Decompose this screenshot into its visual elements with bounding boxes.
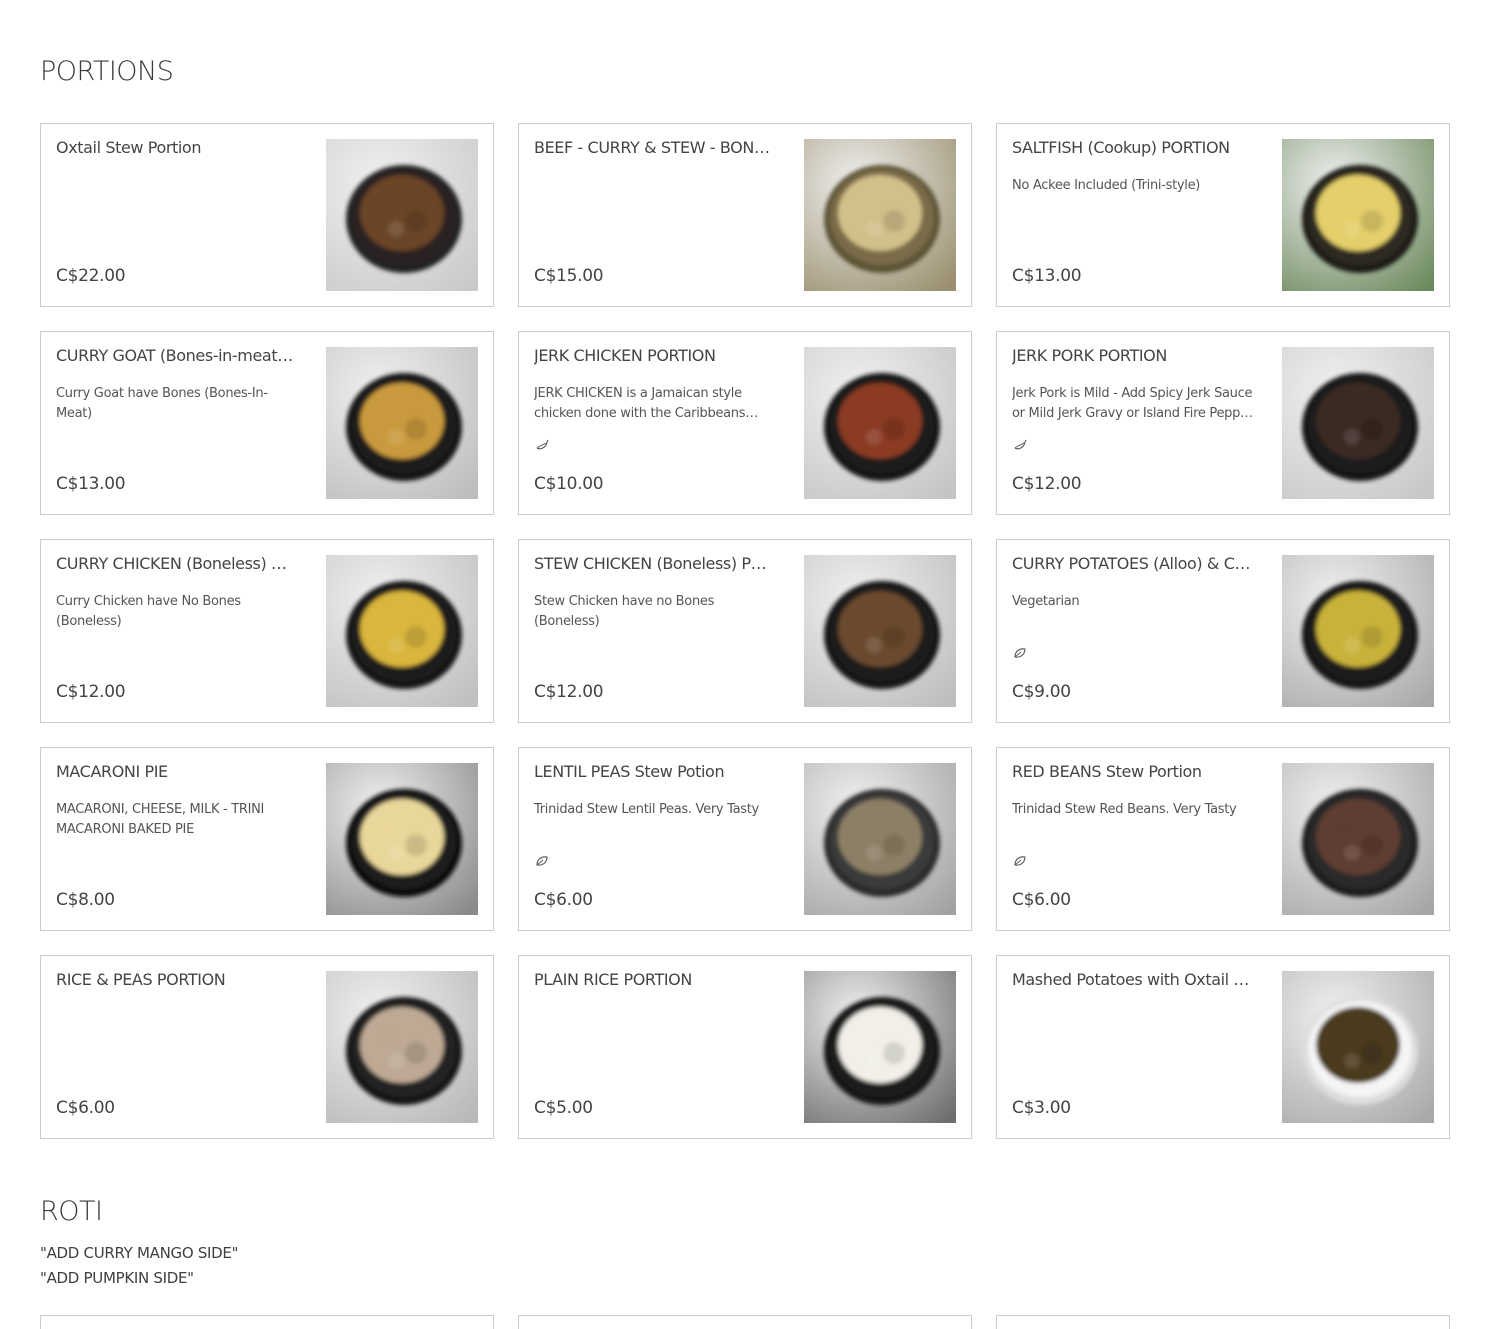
menu-item-card[interactable]: Oxtail Stew Portion C$22.00	[40, 123, 494, 307]
roti-desc-line: "ADD CURRY MANGO SIDE"	[40, 1244, 239, 1262]
section-title-portions: PORTIONS	[40, 56, 174, 87]
menu-item-description: Trinidad Stew Red Beans. Very Tasty	[1012, 802, 1237, 817]
menu-item-card[interactable]: CURRY CHICKEN (Boneless) PORTION Curry Ch…	[40, 539, 494, 723]
menu-item-price: C$12.00	[56, 682, 126, 702]
roti-description: "ADD CURRY MANGO SIDE" "ADD PUMPKIN SIDE…	[40, 1241, 239, 1291]
menu-item-price: C$3.00	[1012, 1098, 1071, 1118]
menu-item-image[interactable]	[1282, 555, 1434, 707]
menu-item-price: C$15.00	[534, 266, 604, 286]
pepper-icon	[535, 436, 549, 450]
menu-item-description: Stew Chicken have no Bones (Boneless)	[534, 594, 715, 629]
menu-item-image[interactable]	[804, 347, 956, 499]
menu-item-description: Jerk Pork is Mild - Add Spicy Jerk Sauce…	[1012, 386, 1253, 421]
menu-item-description: Curry Chicken have No Bones (Boneless)	[56, 594, 241, 629]
menu-item-card[interactable]: MACARONI PIE MACARONI, CHEESE, MILK - TRI…	[40, 747, 494, 931]
menu-item-image[interactable]	[804, 763, 956, 915]
menu-item-price: C$22.00	[56, 266, 126, 286]
menu-item-price: C$13.00	[56, 474, 126, 494]
portions-grid: Oxtail Stew Portion C$22.00 BEEF - CURRY &…	[40, 123, 1450, 1139]
menu-item-card[interactable]: Mashed Potatoes with Oxtail Stew Gravy C$…	[996, 955, 1450, 1139]
menu-item-price: C$12.00	[1012, 474, 1082, 494]
pepper-icon	[1013, 436, 1027, 450]
menu-item-name: Mashed Potatoes with Oxtail Stew Gravy	[1012, 970, 1252, 989]
menu-item-image[interactable]	[326, 347, 478, 499]
menu-item-price: C$8.00	[56, 890, 115, 910]
menu-item-description: MACARONI, CHEESE, MILK - TRINI MACARONI …	[56, 802, 265, 837]
menu-item-name: RICE & PEAS PORTION	[56, 970, 226, 989]
menu-item-card[interactable]	[518, 1315, 972, 1329]
roti-desc-line: "ADD PUMPKIN SIDE"	[40, 1269, 194, 1287]
menu-item-name: LENTIL PEAS Stew Potion	[534, 762, 725, 781]
menu-item-card[interactable]	[40, 1315, 494, 1329]
menu-item-image[interactable]	[326, 139, 478, 291]
menu-item-name: CURRY POTATOES (Alloo) & CHICK PEAS	[1012, 554, 1252, 573]
menu-item-description: Vegetarian	[1012, 594, 1080, 609]
menu-item-name: STEW CHICKEN (Boneless) PORTION	[534, 554, 774, 573]
leaf-icon	[535, 852, 549, 866]
menu-item-description: Curry Goat have Bones (Bones-In-Meat)	[56, 386, 268, 421]
menu-item-price: C$12.00	[534, 682, 604, 702]
menu-item-price: C$5.00	[534, 1098, 593, 1118]
menu-item-card[interactable]: BEEF - CURRY & STEW - BONELESS C$15.00	[518, 123, 972, 307]
roti-grid	[40, 1315, 1450, 1329]
menu-item-image[interactable]	[804, 555, 956, 707]
menu-item-name: PLAIN RICE PORTION	[534, 970, 692, 989]
menu-item-card[interactable]: STEW CHICKEN (Boneless) PORTION Stew Chic…	[518, 539, 972, 723]
menu-item-price: C$6.00	[56, 1098, 115, 1118]
menu-item-description: JERK CHICKEN is a Jamaican style chicken…	[534, 386, 746, 421]
menu-item-price: C$13.00	[1012, 266, 1082, 286]
menu-item-card[interactable]: RICE & PEAS PORTION C$6.00	[40, 955, 494, 1139]
menu-item-image[interactable]	[326, 971, 478, 1123]
menu-item-image[interactable]	[1282, 139, 1434, 291]
menu-item-name: BEEF - CURRY & STEW - BONELESS	[534, 138, 774, 157]
menu-item-name: RED BEANS Stew Portion	[1012, 762, 1202, 781]
menu-item-image[interactable]	[804, 971, 956, 1123]
menu-item-image[interactable]	[1282, 763, 1434, 915]
menu-item-name: Oxtail Stew Portion	[56, 138, 202, 157]
menu-item-name: JERK CHICKEN PORTION	[534, 346, 716, 365]
menu-item-price: C$9.00	[1012, 682, 1071, 702]
menu-item-name: SALTFISH (Cookup) PORTION	[1012, 138, 1230, 157]
menu-item-image[interactable]	[326, 555, 478, 707]
menu-item-card[interactable]: CURRY GOAT (Bones-in-meat) PORTION Curry …	[40, 331, 494, 515]
menu-item-card[interactable]	[996, 1315, 1450, 1329]
menu-item-card[interactable]: CURRY POTATOES (Alloo) & CHICK PEAS Veget…	[996, 539, 1450, 723]
menu-item-image[interactable]	[1282, 347, 1434, 499]
menu-item-description: Trinidad Stew Lentil Peas. Very Tasty	[534, 802, 759, 817]
menu-item-name: CURRY CHICKEN (Boneless) PORTION	[56, 554, 296, 573]
leaf-icon	[1013, 852, 1027, 866]
menu-item-image[interactable]	[326, 763, 478, 915]
section-title-roti: ROTI	[40, 1196, 103, 1227]
menu-item-card[interactable]: LENTIL PEAS Stew Potion Trinidad Stew Len…	[518, 747, 972, 931]
menu-item-card[interactable]: SALTFISH (Cookup) PORTION No Ackee Includ…	[996, 123, 1450, 307]
menu-item-card[interactable]: JERK PORK PORTION Jerk Pork is Mild - Add…	[996, 331, 1450, 515]
menu-item-image[interactable]	[1282, 971, 1434, 1123]
menu-item-card[interactable]: JERK CHICKEN PORTION JERK CHICKEN is a Ja…	[518, 331, 972, 515]
leaf-icon	[1013, 644, 1027, 658]
menu-item-name: MACARONI PIE	[56, 762, 168, 781]
menu-item-name: CURRY GOAT (Bones-in-meat) PORTION	[56, 346, 296, 365]
menu-item-card[interactable]: RED BEANS Stew Portion Trinidad Stew Red …	[996, 747, 1450, 931]
menu-item-name: JERK PORK PORTION	[1012, 346, 1167, 365]
menu-item-price: C$6.00	[534, 890, 593, 910]
menu-item-card[interactable]: PLAIN RICE PORTION C$5.00	[518, 955, 972, 1139]
menu-item-price: C$10.00	[534, 474, 604, 494]
menu-item-price: C$6.00	[1012, 890, 1071, 910]
menu-item-description: No Ackee Included (Trini-style)	[1012, 178, 1201, 193]
menu-item-image[interactable]	[804, 139, 956, 291]
